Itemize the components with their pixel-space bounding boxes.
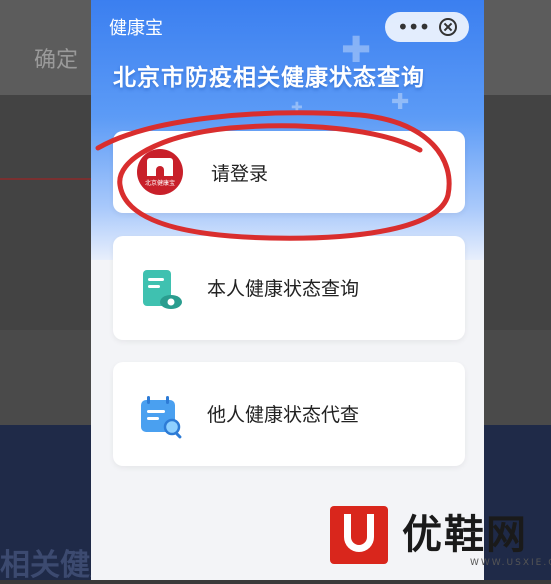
plus-decoration-icon: ✚ — [291, 100, 303, 116]
document-eye-icon — [143, 270, 182, 309]
logo-text: 北京健康宝 — [144, 179, 175, 187]
watermark-brand: 优鞋网 — [402, 512, 528, 558]
page-title: 北京市防疫相关健康状态查询 — [113, 65, 425, 91]
gate-icon — [147, 157, 173, 176]
self-status-label: 本人健康状态查询 — [207, 278, 360, 300]
app-name: 健康宝 — [109, 18, 163, 39]
more-dots-icon[interactable]: ••• — [397, 17, 430, 37]
mini-program-panel: ✚ ✚ ✚ 健康宝 ••• 北京市防疫相关健康状态查询 北京健康宝 请登录 本人… — [91, 0, 484, 580]
self-status-card[interactable]: 本人健康状态查询 — [113, 236, 465, 340]
site-watermark: 优鞋网 WWW.USXIE.COM — [330, 500, 551, 580]
background-red-line — [0, 178, 92, 180]
confirm-button[interactable]: 确定 — [34, 42, 78, 74]
plus-decoration-icon: ✚ — [391, 90, 410, 115]
watermark-logo-icon — [330, 506, 388, 564]
capsule-menu: ••• — [385, 12, 469, 42]
login-card[interactable]: 北京健康宝 请登录 — [113, 131, 465, 213]
calendar-search-icon — [141, 396, 182, 439]
close-circle-icon[interactable] — [439, 18, 457, 36]
beijing-health-logo-icon: 北京健康宝 — [137, 149, 183, 195]
login-label: 请登录 — [211, 163, 269, 185]
other-status-label: 他人健康状态代查 — [207, 404, 360, 426]
other-status-card[interactable]: 他人健康状态代查 — [113, 362, 465, 466]
watermark-url: WWW.USXIE.COM — [470, 558, 551, 568]
